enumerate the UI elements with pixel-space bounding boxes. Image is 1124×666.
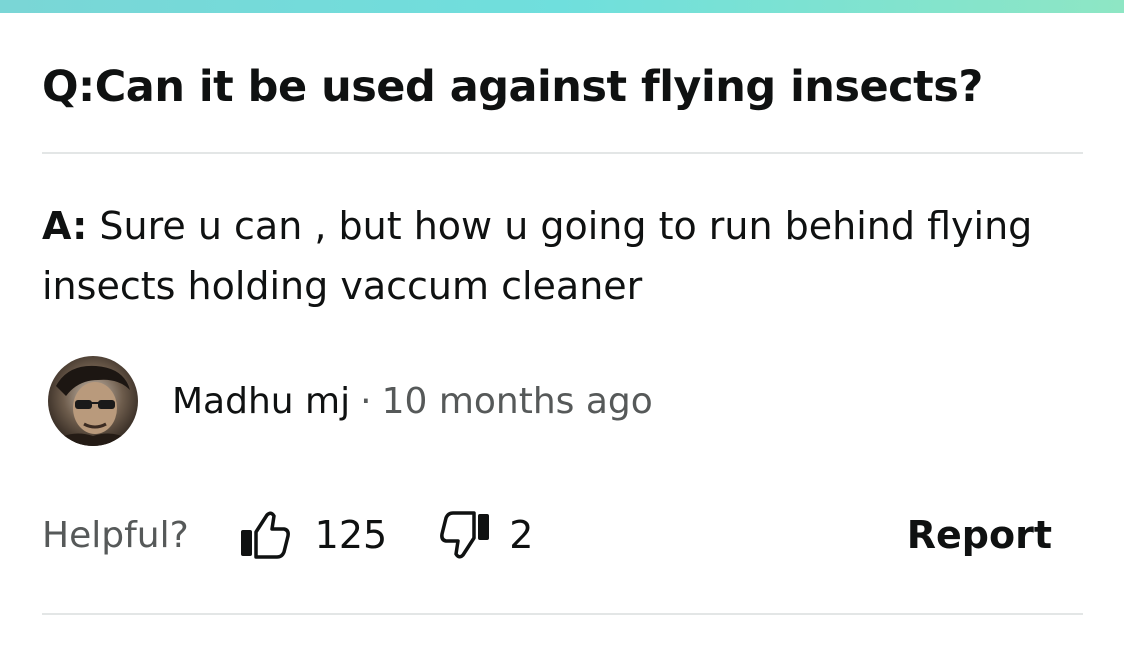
answer-timestamp: 10 months ago bbox=[381, 380, 653, 422]
author-name[interactable]: Madhu mj bbox=[172, 381, 350, 422]
user-avatar-photo-icon bbox=[48, 356, 138, 446]
upvote-button[interactable]: 125 bbox=[237, 507, 388, 563]
avatar[interactable] bbox=[48, 356, 138, 446]
downvote-count: 2 bbox=[509, 513, 534, 557]
divider-top bbox=[42, 152, 1083, 154]
helpful-row: Helpful? 125 2 Report bbox=[42, 500, 1052, 570]
answer-text: Sure u can , but how u going to run behi… bbox=[42, 204, 1033, 308]
answer-block: A: Sure u can , but how u going to run b… bbox=[42, 196, 1042, 316]
thumbs-down-icon bbox=[440, 511, 490, 559]
author-meta: Madhu mj · 10 months ago bbox=[172, 381, 653, 422]
question-title: Q:Can it be used against flying insects? bbox=[42, 58, 1092, 116]
thumbs-up-icon bbox=[240, 511, 290, 559]
accent-bar bbox=[0, 0, 1124, 13]
downvote-button[interactable]: 2 bbox=[437, 507, 533, 563]
answer-prefix: A: bbox=[42, 204, 88, 248]
upvote-count: 125 bbox=[314, 513, 388, 557]
qa-card: Q:Can it be used against flying insects?… bbox=[0, 0, 1124, 666]
author-separator: · bbox=[360, 380, 372, 422]
question-text: Can it be used against flying insects? bbox=[94, 62, 984, 112]
helpful-label: Helpful? bbox=[42, 514, 189, 556]
divider-bottom bbox=[42, 613, 1083, 615]
question-prefix: Q: bbox=[42, 62, 95, 112]
author-row: Madhu mj · 10 months ago bbox=[48, 356, 653, 446]
report-link[interactable]: Report bbox=[907, 513, 1052, 557]
